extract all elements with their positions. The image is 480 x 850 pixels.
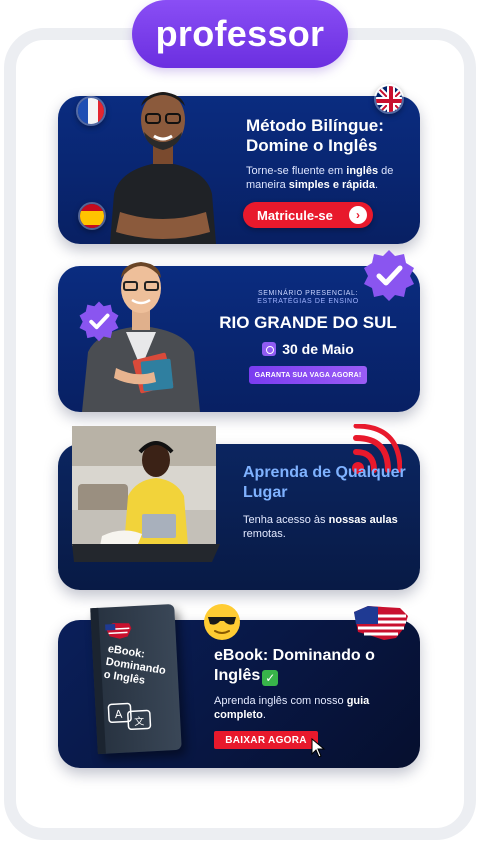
france-flag-icon: [76, 96, 106, 126]
cursor-icon: [310, 737, 326, 758]
desc-part: Tenha acesso às: [243, 514, 329, 526]
check-mark-icon: ✓: [262, 670, 279, 686]
chevron-right-icon: ›: [349, 206, 367, 224]
spain-flag-icon: [78, 202, 106, 230]
desc-part: Torne-se fluente em: [246, 165, 347, 177]
svg-text:文: 文: [134, 715, 145, 729]
seminar-kicker: SEMINÁRIO PRESENCIAL:: [257, 290, 359, 297]
ebook-title-label: eBook: Dominando o Inglês: [214, 647, 375, 684]
ebook-title: eBook: Dominando o Inglês ✓: [214, 646, 394, 686]
remote-description: Tenha acesso às nossas aulas remotas.: [243, 513, 413, 541]
desc-bold: simples e rápida: [288, 179, 376, 191]
desc-part: Aprenda inglês com nosso: [214, 695, 347, 707]
bilingual-title: Método Bilíngue: Domine o Inglês: [246, 116, 384, 155]
remote-text-block: Aprenda de Qualquer Lugar Tenha acesso à…: [243, 463, 413, 541]
uk-flag-icon: [374, 84, 404, 114]
seminar-subtitle: ESTRATÉGIAS DE ENSINO: [257, 298, 359, 305]
seminar-text-block: SEMINÁRIO PRESENCIAL: ESTRATÉGIAS DE ENS…: [208, 290, 408, 357]
reserve-seat-button[interactable]: GARANTA SUA VAGA AGORA!: [249, 366, 367, 384]
sunglasses-emoji-icon: [202, 602, 242, 642]
ebook-cover: eBook: Dominando o Inglês A 文: [90, 603, 182, 755]
desc-bold: inglês: [346, 165, 379, 177]
brand-logo: professor: [132, 0, 348, 68]
usa-map-icon: [350, 602, 412, 644]
download-now-button[interactable]: BAIXAR AGORA: [214, 731, 318, 749]
seminar-location: RIO GRANDE DO SUL: [219, 313, 397, 332]
ebook-description: Aprenda inglês com nosso guia completo.: [214, 694, 394, 722]
desc-bold: nossas aulas: [328, 514, 398, 526]
seminar-date: 30 de Maio: [208, 341, 408, 357]
usa-map-icon: [105, 623, 132, 639]
teacher-photo: [100, 76, 226, 244]
calendar-icon: [262, 342, 277, 356]
remote-title: Aprenda de Qualquer Lugar: [243, 464, 406, 501]
verified-badge-icon: [78, 300, 120, 342]
svg-text:A: A: [114, 708, 123, 721]
laptop-student-photo: [72, 426, 220, 562]
enroll-button-label: Matricule-se: [257, 207, 333, 223]
seminar-date-label: 30 de Maio: [282, 341, 354, 357]
ebook-text-block: eBook: Dominando o Inglês ✓ Aprenda inglê…: [214, 646, 394, 722]
ebook-cover-title: eBook: Dominando o Inglês: [102, 642, 167, 687]
bilingual-text-block: Método Bilíngue: Domine o Inglês Torne-s…: [246, 116, 416, 192]
translate-icon: A 文: [107, 702, 152, 731]
desc-part: .: [262, 709, 266, 721]
bilingual-description: Torne-se fluente em inglês de maneira si…: [246, 164, 416, 192]
desc-part: remotas.: [243, 528, 286, 540]
enroll-button[interactable]: Matricule-se ›: [243, 202, 373, 228]
desc-part: .: [375, 179, 379, 191]
